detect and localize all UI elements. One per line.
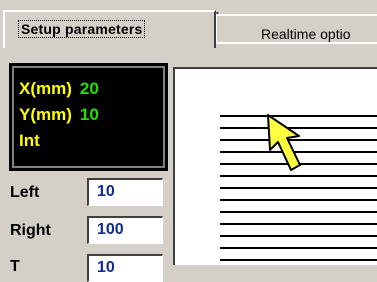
coordinate-readout: X(mm) 20 Y(mm) 10 Int (9, 63, 168, 171)
int-label: Int (19, 131, 40, 150)
tab-setup-parameters[interactable]: Setup parameters (3, 10, 216, 48)
intensity-readout: Int (19, 131, 48, 151)
x-value: 20 (79, 79, 99, 98)
scan-line (220, 187, 377, 189)
top-input[interactable]: 10 (87, 254, 163, 282)
x-label: X(mm) (19, 79, 72, 98)
scan-line (220, 235, 377, 237)
scan-line (220, 259, 377, 261)
tab-label: Realtime optio (261, 26, 351, 42)
scan-line (220, 211, 377, 213)
right-input[interactable]: 100 (87, 216, 163, 244)
scan-line (220, 199, 377, 201)
y-value: 10 (79, 105, 99, 124)
tab-realtime-options[interactable]: Realtime optio (216, 14, 377, 42)
y-readout: Y(mm) 10 (19, 105, 99, 125)
scan-preview-canvas[interactable] (173, 67, 377, 265)
left-input[interactable]: 10 (87, 178, 163, 206)
tab-strip-border (216, 42, 377, 44)
right-label: Right (10, 222, 51, 239)
scan-line (220, 247, 377, 249)
top-label: T (10, 258, 20, 275)
left-label: Left (10, 184, 40, 201)
x-readout: X(mm) 20 (19, 79, 99, 99)
arrow-pointer-icon (267, 114, 301, 171)
scan-line (220, 223, 377, 225)
tab-label: Setup parameters (17, 20, 146, 38)
y-label: Y(mm) (19, 105, 72, 124)
